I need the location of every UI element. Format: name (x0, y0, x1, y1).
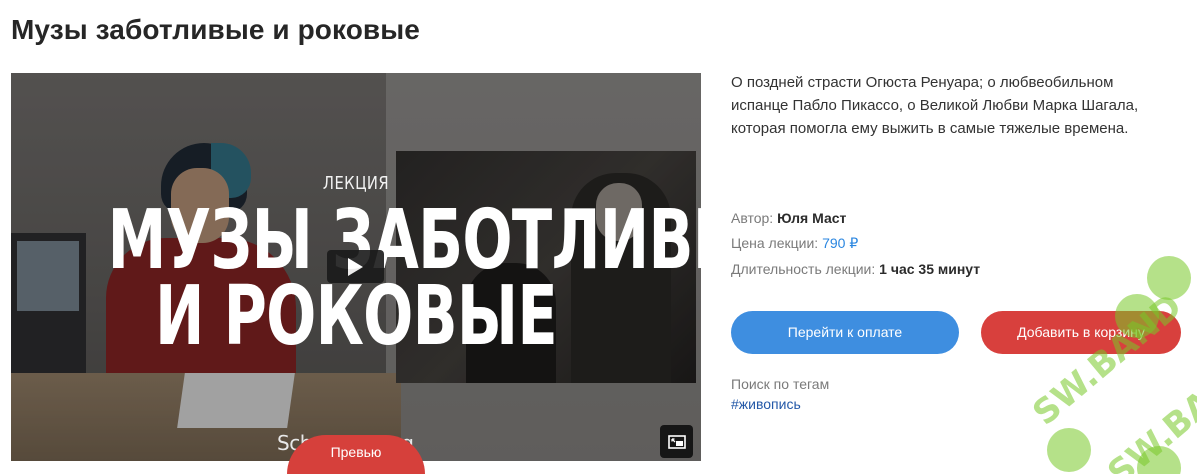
price-label: Цена лекции: (731, 235, 819, 251)
picture-in-picture-button[interactable] (660, 425, 693, 458)
price-row: Цена лекции: 790 ₽ (731, 235, 858, 252)
pay-button[interactable]: Перейти к оплате (731, 311, 959, 354)
picture-in-picture-icon (667, 434, 686, 449)
duration-value: 1 час 35 минут (879, 261, 981, 277)
tags-label: Поиск по тегам (731, 376, 830, 392)
lecture-description: О поздней страсти Огюста Ренуара; о любв… (731, 74, 1139, 137)
watermark-logo: SW.BAND SW.BAND (997, 250, 1197, 474)
price-value: 790 ₽ (822, 235, 859, 251)
duration-row: Длительность лекции: 1 час 35 минут (731, 261, 980, 277)
play-icon (348, 257, 363, 276)
video-lecture-label: ЛЕКЦИЯ (322, 173, 390, 194)
video-preview[interactable]: ЛЕКЦИЯ МУЗЫ ЗАБОТЛИВЫЕ И РОКОВЫЕ Schoo .… (11, 73, 701, 461)
duration-label: Длительность лекции: (731, 261, 876, 277)
play-button[interactable] (327, 250, 384, 283)
preview-badge[interactable]: Превью (287, 435, 425, 474)
page-title: Музы заботливые и роковые (11, 14, 420, 45)
video-title-line: И РОКОВЫЕ (155, 269, 558, 364)
author-row: Автор: Юля Маст (731, 210, 846, 226)
tag-link[interactable]: #живопись (731, 396, 801, 412)
author-label: Автор: (731, 210, 774, 226)
author-value: Юля Маст (777, 210, 847, 226)
add-to-cart-button[interactable]: Добавить в корзину (981, 311, 1181, 354)
